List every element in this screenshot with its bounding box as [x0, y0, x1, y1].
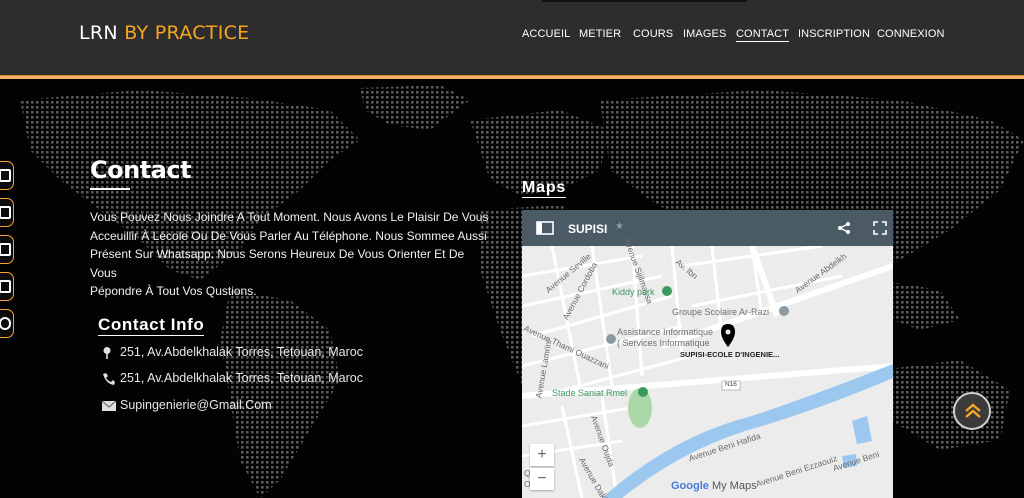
contact-line: Pépondre À Tout Vos Qustions. [90, 284, 257, 298]
nav-item-contact[interactable]: CONTACT [736, 28, 790, 42]
google-my-maps-logo: Google My Maps [671, 480, 757, 492]
nav-item-connexion[interactable]: CONNEXION [877, 28, 945, 40]
twitter-icon [0, 206, 11, 219]
twitter-button[interactable] [0, 198, 14, 227]
nav-item-metier[interactable]: METIER [579, 28, 621, 40]
double-chevron-up-icon [964, 401, 982, 426]
phone-row: 251, Av.Abdelkhalak Torres, Tetouan, Mar… [101, 371, 363, 386]
facebook-icon [0, 169, 11, 182]
contact-info-title: Contact Info [98, 315, 205, 336]
contact-description: Vous Pouvez Nous Joindre A Tout Moment. … [90, 208, 490, 301]
nav-item-inscription[interactable]: INSCRIPTION [798, 28, 870, 40]
address-row: 251, Av.Abdelkhalak Torres, Tetouan, Mar… [101, 345, 363, 360]
address-text: 251, Av.Abdelkhalak Torres, Tetouan, Mar… [120, 345, 363, 359]
map-header: SUPISI ★ [522, 210, 893, 246]
phone-text: 251, Av.Abdelkhalak Torres, Tetouan, Mar… [120, 371, 363, 385]
scroll-to-top-button[interactable] [953, 392, 991, 430]
map-canvas[interactable]: Avenue Seville Avenue Cordoba Avenue Sij… [522, 237, 893, 498]
zoom-in-button[interactable]: + [530, 444, 554, 466]
email-text[interactable]: Supingenierie@Gmail.Com [120, 398, 272, 412]
contact-line: Présent Sur Whatsapp. Nous Serons Heureu… [90, 247, 465, 280]
poi-label: Stade Saniat Rmel [552, 388, 628, 398]
contact-line: Acceuillir À Lécole Ou De Vous Parler Au… [90, 228, 487, 243]
google-wordmark: Google [671, 480, 709, 492]
phone-icon [101, 372, 117, 386]
contact-title-underline [90, 188, 130, 190]
envelope-icon [101, 399, 117, 413]
location-pin-label[interactable]: SUPISI-ECOLE D'INGENIE... [680, 350, 779, 359]
linkedin-icon [0, 280, 11, 293]
my-maps-wordmark: My Maps [711, 480, 757, 492]
contact-line: Vous Pouvez Nous Joindre A Tout Moment. … [90, 210, 489, 224]
linkedin-button[interactable] [0, 272, 14, 301]
location-pin-icon [101, 346, 117, 360]
maps-title: Maps [522, 179, 567, 198]
poi-label: Groupe Scolaire Ar-Razi [672, 307, 770, 317]
main-nav: ACCUEIL METIER COURS IMAGES CONTACT INSC… [0, 28, 1024, 48]
share-icon[interactable] [837, 221, 851, 240]
poi-label: ( Services Informatique [617, 338, 710, 348]
fullscreen-icon[interactable] [873, 221, 887, 240]
nav-item-cours[interactable]: COURS [633, 28, 673, 40]
map-embed[interactable]: SUPISI ★ Avenue Seville Avenue Cordoba A… [522, 210, 893, 498]
route-badge: N16 [725, 381, 737, 388]
google-button[interactable] [0, 309, 14, 338]
facebook-button[interactable] [0, 161, 14, 190]
site-header: LRN BY PRACTICE ACCUEIL METIER COURS IMA… [0, 0, 1024, 75]
poi-label: Kiddy park [612, 287, 655, 297]
instagram-icon [0, 243, 11, 256]
header-accent-line [0, 75, 1024, 79]
email-row: Supingenierie@Gmail.Com [101, 398, 272, 413]
contact-title: Contact [90, 156, 192, 184]
header-top-band [542, 0, 747, 2]
sidebar-toggle-icon[interactable] [536, 221, 554, 240]
google-icon [0, 317, 11, 330]
instagram-button[interactable] [0, 235, 14, 264]
map-name: SUPISI [568, 222, 608, 236]
nav-item-accueil[interactable]: ACCUEIL [522, 28, 570, 40]
poi-label: Assistance Informatique [617, 327, 714, 337]
zoom-out-button[interactable]: − [530, 468, 554, 490]
star-icon[interactable]: ★ [615, 221, 624, 232]
nav-item-images[interactable]: IMAGES [683, 28, 726, 40]
